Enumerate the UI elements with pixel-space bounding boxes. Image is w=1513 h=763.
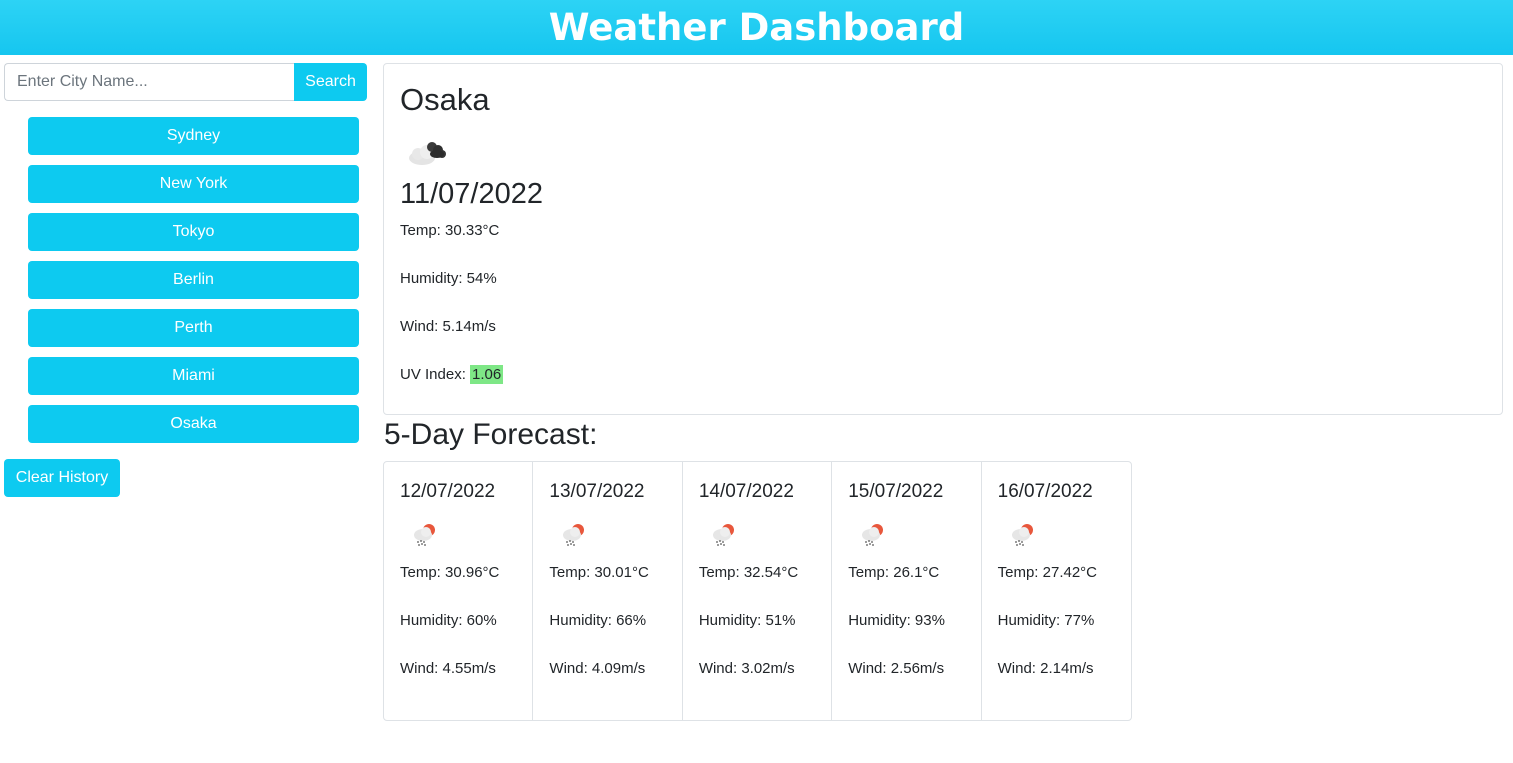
history-button-new-york[interactable]: New York [28, 165, 359, 203]
forecast-temp: Temp: 32.54°C [698, 564, 799, 581]
current-weather-card: Osaka 11/07/2022 Temp: 30.33°C Humidity:… [383, 63, 1503, 415]
forecast-temp: Temp: 27.42°C [997, 564, 1098, 581]
header-bar: Weather Dashboard [0, 0, 1513, 55]
forecast-humidity: Humidity: 66% [549, 612, 647, 629]
broken-clouds-icon [409, 142, 446, 165]
forecast-humidity: Humidity: 77% [997, 612, 1095, 629]
rain-sun-icon [712, 524, 734, 546]
history-button-osaka[interactable]: Osaka [28, 405, 359, 443]
history-button-tokyo[interactable]: Tokyo [28, 213, 359, 251]
current-humidity: Humidity: 54% [400, 270, 497, 287]
forecast-wind: Wind: 2.56m/s [848, 660, 945, 677]
history-button-sydney[interactable]: Sydney [28, 117, 359, 155]
forecast-wind: Wind: 3.02m/s [698, 660, 795, 677]
forecast-date: 15/07/2022 [848, 481, 944, 502]
forecast-wind: Wind: 2.14m/s [997, 660, 1094, 677]
forecast-day-card: 15/07/2022 Temp: 26.1°C Humidity: 93% Wi… [832, 462, 982, 720]
uv-value-badge: 1.06 [470, 365, 504, 384]
forecast-date: 12/07/2022 [400, 481, 496, 502]
forecast-humidity: Humidity: 93% [848, 612, 945, 629]
forecast-humidity: Humidity: 60% [400, 612, 497, 629]
current-date: 11/07/2022 [400, 178, 543, 210]
uv-label: UV Index: [400, 366, 471, 383]
forecast-temp: Temp: 30.96°C [400, 564, 500, 581]
rain-sun-icon [862, 524, 884, 546]
forecast-temp: Temp: 26.1°C [848, 564, 940, 581]
forecast-temp: Temp: 30.01°C [549, 564, 649, 581]
current-temp: Temp: 30.33°C [400, 222, 500, 239]
search-button[interactable]: Search [294, 63, 367, 101]
page-title: Weather Dashboard [548, 6, 965, 49]
forecast-date: 16/07/2022 [997, 481, 1093, 502]
forecast-humidity: Humidity: 51% [698, 612, 796, 629]
forecast-day-card: 13/07/2022 Temp: 30.01°C Humidity: 66% W… [533, 462, 683, 720]
history-button-berlin[interactable]: Berlin [28, 261, 359, 299]
history-button-perth[interactable]: Perth [28, 309, 359, 347]
current-uv: UV Index: 1.06 [400, 365, 504, 384]
rain-sun-icon [1011, 524, 1033, 546]
current-wind: Wind: 5.14m/s [400, 318, 496, 335]
forecast-wind: Wind: 4.55m/s [400, 660, 496, 677]
forecast-row: 12/07/2022 Temp: 30.96°C Humidity: 60% W… [383, 461, 1132, 721]
search-history-list: Sydney New York Tokyo Berlin Perth Miami… [28, 117, 359, 453]
forecast-day-card: 16/07/2022 Temp: 27.42°C Humidity: 77% W… [982, 462, 1131, 720]
forecast-date: 13/07/2022 [549, 481, 645, 502]
forecast-date: 14/07/2022 [698, 481, 794, 502]
current-city: Osaka [400, 82, 490, 117]
rain-sun-icon [414, 524, 435, 546]
forecast-wind: Wind: 4.09m/s [549, 660, 646, 677]
forecast-title: 5-Day Forecast: [384, 418, 598, 451]
clear-history-button[interactable]: Clear History [4, 459, 120, 497]
forecast-day-card: 14/07/2022 Temp: 32.54°C Humidity: 51% W… [683, 462, 833, 720]
rain-sun-icon [563, 524, 585, 546]
search-form: Search [4, 63, 367, 101]
history-button-miami[interactable]: Miami [28, 357, 359, 395]
forecast-day-card: 12/07/2022 Temp: 30.96°C Humidity: 60% W… [384, 462, 534, 720]
search-input[interactable] [4, 63, 294, 101]
